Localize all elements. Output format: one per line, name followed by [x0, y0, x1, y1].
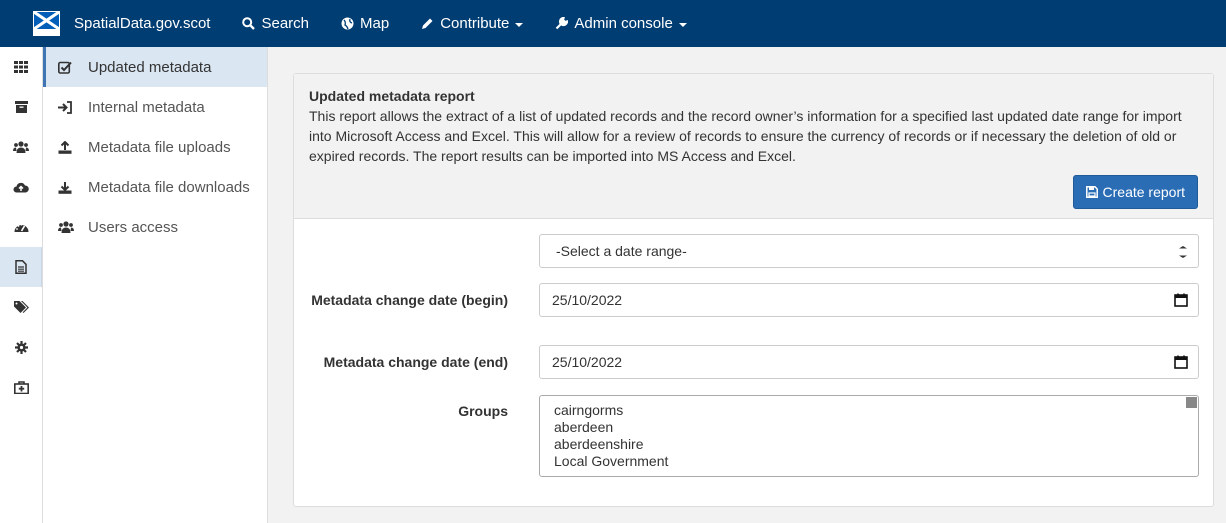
medkit-icon [13, 380, 29, 394]
groups-listbox[interactable]: cairngorms aberdeen aberdeenshire Local … [539, 395, 1199, 477]
report-side-menu: Updated metadata Internal metadata Metad… [43, 47, 268, 523]
sign-in-icon [58, 100, 72, 114]
brand-link[interactable]: SpatialData.gov.scot [0, 0, 226, 47]
rail-statistics[interactable] [0, 207, 42, 247]
rail-reports[interactable] [0, 247, 42, 287]
sidebar-item-label: Updated metadata [88, 58, 212, 76]
dashboard-icon [14, 223, 28, 232]
gear-icon [14, 340, 28, 354]
upload-icon [58, 140, 72, 154]
rail-classification[interactable] [0, 287, 42, 327]
create-report-button[interactable]: Create report [1072, 175, 1198, 209]
nav-search-label: Search [261, 15, 309, 32]
users-icon [13, 141, 29, 153]
sidebar-item-label: Internal metadata [88, 98, 205, 116]
tags-icon [13, 300, 29, 313]
nav-map[interactable]: Map [325, 0, 405, 47]
cloud-upload-icon [13, 182, 29, 193]
chevron-down-icon [515, 22, 524, 27]
nav-contribute-label: Contribute [440, 15, 510, 32]
nav-map-label: Map [360, 15, 390, 32]
create-report-label: Create report [1102, 184, 1185, 200]
download-icon [58, 181, 72, 194]
report-panel: Updated metadata report This report allo… [293, 73, 1214, 507]
search-icon [242, 17, 256, 30]
chevron-down-icon [678, 22, 687, 27]
rail-settings[interactable] [0, 327, 42, 367]
begin-date-input[interactable]: 25/10/2022 [539, 283, 1199, 317]
sidebar-item-users-access[interactable]: Users access [43, 207, 267, 247]
sidebar-item-metadata-file-uploads[interactable]: Metadata file uploads [43, 127, 267, 167]
saltire-logo [33, 11, 60, 36]
calendar-icon[interactable] [1174, 355, 1188, 369]
brand-text: SpatialData.gov.scot [74, 15, 211, 32]
nav-admin-console[interactable]: Admin console [539, 0, 702, 47]
list-item[interactable]: aberdeen [554, 419, 1184, 436]
file-icon [14, 260, 27, 274]
rail-dashboard[interactable] [0, 47, 42, 87]
chevron-down-icon [1179, 246, 1187, 258]
sidebar-item-label: Metadata file uploads [88, 138, 231, 156]
wrench-icon [556, 17, 569, 30]
sidebar-item-internal-metadata[interactable]: Internal metadata [43, 87, 267, 127]
nav-admin-console-label: Admin console [574, 15, 673, 32]
begin-date-value: 25/10/2022 [552, 292, 623, 308]
icon-rail [0, 47, 43, 523]
list-item[interactable]: Local Government [554, 453, 1184, 470]
save-icon [1085, 186, 1098, 198]
pencil-icon [422, 18, 433, 29]
nav-contribute[interactable]: Contribute [405, 0, 539, 47]
check-square-icon [58, 61, 72, 74]
report-description: This report allows the extract of a list… [309, 108, 1182, 164]
nav-search[interactable]: Search [226, 0, 325, 47]
report-panel-header: Updated metadata report This report allo… [294, 74, 1213, 219]
sidebar-item-label: Users access [88, 218, 179, 236]
list-item[interactable]: cairngorms [554, 402, 1184, 419]
scrollbar-thumb[interactable] [1186, 397, 1197, 408]
rail-tools[interactable] [0, 367, 42, 407]
list-item[interactable]: aberdeenshire [554, 436, 1184, 453]
users-icon [58, 221, 74, 233]
rail-users[interactable] [0, 127, 42, 167]
grid-icon [14, 61, 28, 73]
sidebar-item-updated-metadata[interactable]: Updated metadata [43, 47, 267, 87]
rail-harvest[interactable] [0, 167, 42, 207]
rail-records[interactable] [0, 87, 42, 127]
globe-icon [341, 17, 354, 30]
archive-icon [14, 101, 28, 113]
groups-label: Groups [458, 403, 508, 419]
sidebar-item-metadata-file-downloads[interactable]: Metadata file downloads [43, 167, 267, 207]
top-navbar: SpatialData.gov.scot Search Map Contribu… [0, 0, 1226, 47]
report-title: Updated metadata report [309, 88, 475, 104]
end-date-value: 25/10/2022 [552, 354, 623, 370]
end-date-label: Metadata change date (end) [323, 354, 508, 370]
sidebar-item-label: Metadata file downloads [88, 178, 250, 196]
end-date-input[interactable]: 25/10/2022 [539, 345, 1199, 379]
calendar-icon[interactable] [1174, 293, 1188, 307]
date-range-select[interactable]: -Select a date range- [539, 234, 1199, 268]
begin-date-label: Metadata change date (begin) [311, 292, 508, 308]
date-range-select-value: -Select a date range- [556, 243, 687, 259]
